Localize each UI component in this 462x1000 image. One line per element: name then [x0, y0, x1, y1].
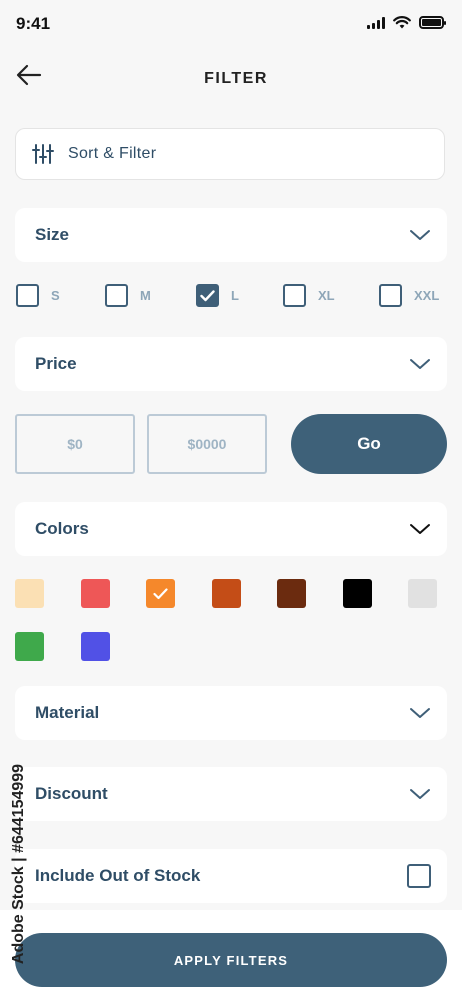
out-of-stock-checkbox[interactable] — [407, 864, 431, 888]
section-discount-label: Discount — [35, 784, 108, 803]
color-swatch[interactable] — [343, 579, 372, 608]
size-checkbox[interactable] — [105, 284, 128, 307]
chevron-down-icon — [410, 708, 430, 718]
section-price[interactable]: Price — [15, 337, 447, 391]
section-colors[interactable]: Colors — [15, 502, 447, 556]
size-checkbox[interactable] — [283, 284, 306, 307]
sort-filter-label: Sort & Filter — [68, 145, 157, 162]
stock-watermark: Adobe Stock | #644154999 — [10, 763, 27, 965]
chevron-down-icon — [410, 524, 430, 534]
section-material-label: Material — [35, 703, 100, 722]
color-swatch[interactable] — [15, 632, 44, 661]
out-of-stock-label: Include Out of Stock — [35, 866, 201, 885]
size-checkbox[interactable] — [16, 284, 39, 307]
chevron-down-icon — [410, 359, 430, 369]
chevron-down-icon — [410, 230, 430, 240]
color-swatch-selected[interactable] — [146, 579, 175, 608]
section-size-label: Size — [35, 225, 70, 244]
size-label: M — [140, 288, 151, 303]
size-label: S — [51, 288, 60, 303]
size-option-xl[interactable]: XL — [283, 284, 335, 307]
price-min-input[interactable]: $0 — [15, 414, 135, 474]
price-max-input[interactable]: $0000 — [147, 414, 267, 474]
go-button[interactable]: Go — [291, 414, 447, 474]
checkmark-icon — [200, 289, 215, 301]
size-options: S M L XL XXL — [16, 284, 446, 308]
section-discount[interactable]: Discount — [15, 767, 447, 821]
size-option-s[interactable]: S — [16, 284, 60, 307]
cellular-signal-icon — [367, 16, 385, 29]
section-size[interactable]: Size — [15, 208, 447, 262]
status-icons — [367, 16, 446, 29]
color-swatch[interactable] — [212, 579, 241, 608]
size-label: L — [231, 288, 239, 303]
section-out-of-stock: Include Out of Stock — [15, 849, 447, 903]
section-price-label: Price — [35, 354, 77, 373]
apply-filters-button[interactable]: APPLY FILTERS — [15, 933, 447, 987]
color-swatch[interactable] — [81, 632, 110, 661]
section-material[interactable]: Material — [15, 686, 447, 740]
battery-icon — [419, 16, 446, 29]
size-checkbox-checked[interactable] — [196, 284, 219, 307]
size-option-l[interactable]: L — [196, 284, 239, 307]
checkmark-icon — [153, 587, 168, 599]
color-swatch[interactable] — [277, 579, 306, 608]
status-time: 9:41 — [16, 14, 51, 33]
size-option-xxl[interactable]: XXL — [379, 284, 439, 307]
chevron-down-icon — [410, 789, 430, 799]
color-swatch[interactable] — [81, 579, 110, 608]
section-colors-label: Colors — [35, 519, 89, 538]
size-label: XL — [318, 288, 335, 303]
size-option-m[interactable]: M — [105, 284, 151, 307]
size-label: XXL — [414, 288, 440, 303]
sliders-icon — [32, 144, 54, 164]
page-title: FILTER — [204, 70, 268, 87]
color-swatch[interactable] — [15, 579, 44, 608]
color-swatch[interactable] — [408, 579, 437, 608]
wifi-icon — [393, 16, 411, 29]
sort-filter-button[interactable]: Sort & Filter — [15, 128, 445, 180]
size-checkbox[interactable] — [379, 284, 402, 307]
